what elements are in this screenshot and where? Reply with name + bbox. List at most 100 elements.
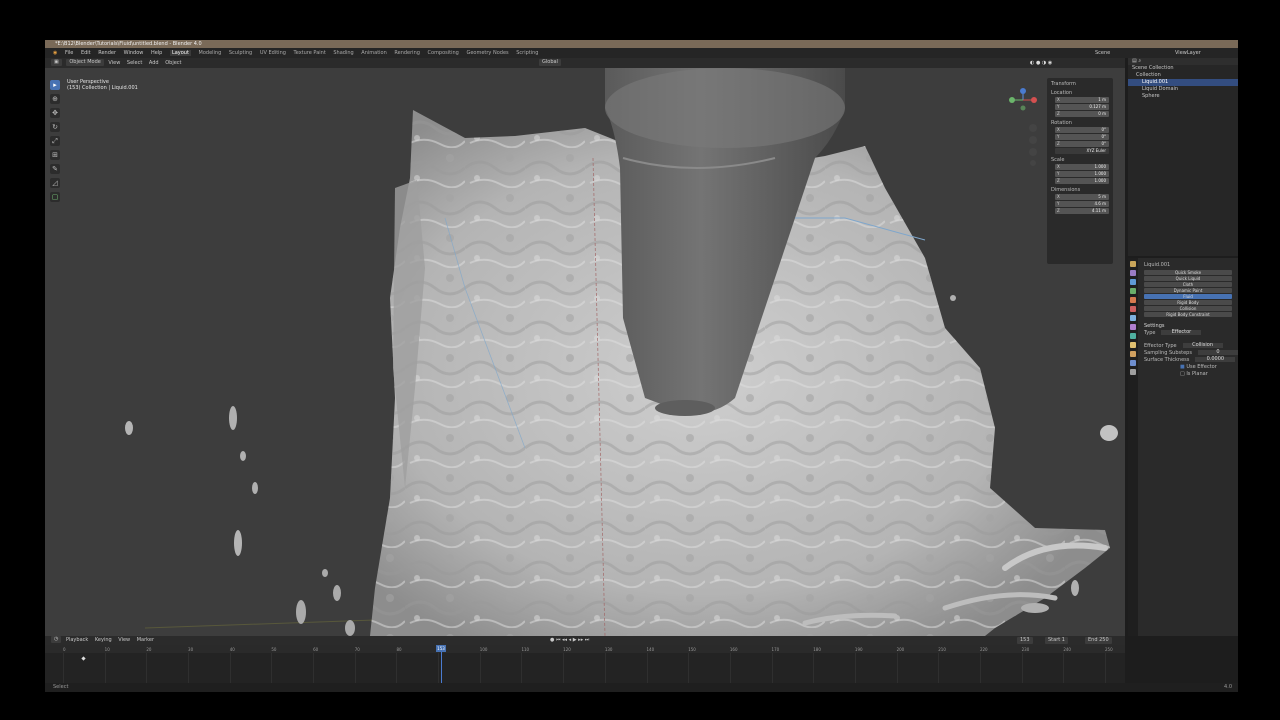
menu-view[interactable]: View — [108, 60, 120, 66]
properties-tab-0-icon[interactable] — [1130, 261, 1136, 267]
dimensions-z-field[interactable]: Z 4.11 m — [1055, 208, 1109, 214]
select-box-icon[interactable]: ▸ — [50, 80, 60, 90]
add-cube-icon[interactable]: ▢ — [50, 192, 60, 202]
surface-field[interactable]: 0.0000 — [1195, 357, 1236, 362]
location-y-field[interactable]: Y 0.127 m — [1055, 104, 1109, 110]
playhead-frame-label[interactable]: 153 — [436, 645, 446, 652]
dimensions-x-field[interactable]: X5 m — [1055, 194, 1109, 200]
type-select[interactable]: Effector — [1161, 330, 1202, 335]
properties-tab-4-icon[interactable] — [1130, 297, 1136, 303]
tab-scripting[interactable]: Scripting — [516, 50, 538, 56]
rotation-x-field[interactable]: X 0° — [1055, 127, 1109, 133]
properties-tab-2-icon[interactable] — [1130, 279, 1136, 285]
physics-rigid-body[interactable]: Rigid Body — [1144, 300, 1232, 305]
scene-selector[interactable]: Scene — [1095, 48, 1110, 58]
menu-object[interactable]: Object — [165, 60, 181, 66]
menu-help[interactable]: Help — [151, 50, 162, 56]
tab-uv-editing[interactable]: UV Editing — [260, 50, 286, 56]
rotation-z-field[interactable]: Z 0° — [1055, 141, 1109, 147]
properties-tab-5-icon[interactable] — [1130, 306, 1136, 312]
menu-marker[interactable]: Marker — [137, 637, 154, 643]
move-icon[interactable]: ✥ — [50, 108, 60, 118]
scale-y-field[interactable]: Y 1.000 — [1055, 171, 1109, 177]
use-effector-checkbox[interactable]: ■ Use Effector — [1128, 364, 1238, 371]
3d-viewport[interactable]: ▸ ⊕ ✥ ↻ ⤢ ⊞ ✎ ◿ ▢ User Perspective (153)… — [45, 68, 1125, 636]
playback-controls[interactable]: ● ⏮ ◂◂ ◂ ▶ ▸▸ ⏭ — [550, 636, 589, 645]
scale-z-field[interactable]: Z 1.000 — [1055, 178, 1109, 184]
transform-icon[interactable]: ⊞ — [50, 150, 60, 160]
physics-quick-liquid[interactable]: Quick Liquid — [1144, 276, 1232, 281]
outliner-item-scene-collection[interactable]: Scene Collection — [1128, 65, 1238, 72]
properties-tab-11-icon[interactable] — [1130, 360, 1136, 366]
physics-rigid-body-constraint[interactable]: Rigid Body Constraint — [1144, 312, 1232, 317]
outliner-header[interactable]: ▤ ⌕ — [1128, 58, 1238, 65]
timeline[interactable]: 0102030405060708090100110120130140150160… — [45, 645, 1125, 683]
cursor-icon[interactable]: ⊕ — [50, 94, 60, 104]
menu-file[interactable]: File — [65, 50, 73, 56]
tab-rendering[interactable]: Rendering — [394, 50, 420, 56]
properties-tab-6-icon[interactable] — [1130, 315, 1136, 321]
timeline-editor-type[interactable]: ◷ — [51, 636, 62, 643]
outliner-item-collection[interactable]: Collection — [1128, 72, 1238, 79]
blender-logo-icon[interactable]: ◉ — [53, 50, 57, 56]
rotate-icon[interactable]: ↻ — [50, 122, 60, 132]
tab-layout[interactable]: Layout — [169, 50, 191, 56]
keyframe-diamond[interactable] — [81, 656, 86, 661]
properties-tab-9-icon[interactable] — [1130, 342, 1136, 348]
menu-select[interactable]: Select — [127, 60, 142, 66]
outliner-item-liquid-domain[interactable]: Liquid Domain — [1128, 86, 1238, 93]
tab-sculpting[interactable]: Sculpting — [229, 50, 252, 56]
menu-edit[interactable]: Edit — [81, 50, 91, 56]
location-z-field[interactable]: Z0 m — [1055, 111, 1109, 117]
menu-view-timeline[interactable]: View — [118, 637, 130, 643]
measure-icon[interactable]: ◿ — [50, 178, 60, 188]
menu-keying[interactable]: Keying — [95, 637, 112, 643]
menu-render[interactable]: Render — [98, 50, 116, 56]
properties-tab-7-icon[interactable] — [1130, 324, 1136, 330]
outliner-item-liquid[interactable]: Liquid.001 — [1128, 79, 1238, 86]
physics-fluid[interactable]: Fluid — [1144, 294, 1232, 299]
dimensions-y-field[interactable]: Y 4.6 m — [1055, 201, 1109, 207]
location-x-field[interactable]: X1 m — [1055, 97, 1109, 103]
properties-tab-12-icon[interactable] — [1130, 369, 1136, 375]
navigation-gizmo[interactable] — [1003, 88, 1043, 166]
current-frame-field[interactable]: 153 — [1017, 637, 1033, 644]
physics-dynamic-paint[interactable]: Dynamic Paint — [1144, 288, 1232, 293]
physics-quick-smoke[interactable]: Quick Smoke — [1144, 270, 1232, 275]
physics-cloth[interactable]: Cloth — [1144, 282, 1232, 287]
mode-selector[interactable]: Object Mode — [66, 59, 104, 66]
tab-compositing[interactable]: Compositing — [428, 50, 459, 56]
scale-x-field[interactable]: X 1.000 — [1055, 164, 1109, 170]
rotation-y-field[interactable]: Y 0° — [1055, 134, 1109, 140]
shading-buttons[interactable]: ◐ ● ◑ ◉ — [1030, 58, 1052, 68]
properties-tab-3-icon[interactable] — [1130, 288, 1136, 294]
properties-tab-10-icon[interactable] — [1130, 351, 1136, 357]
view-layer-selector[interactable]: ViewLayer — [1175, 48, 1201, 58]
scale-icon[interactable]: ⤢ — [50, 136, 60, 146]
tab-shading[interactable]: Shading — [333, 50, 353, 56]
effector-type-label: Effector Type — [1144, 343, 1177, 349]
properties-tab-1-icon[interactable] — [1130, 270, 1136, 276]
tab-geometry-nodes[interactable]: Geometry Nodes — [466, 50, 508, 56]
tab-modeling[interactable]: Modeling — [199, 50, 222, 56]
is-planar-checkbox[interactable]: □ Is Planar — [1128, 371, 1238, 378]
physics-collision[interactable]: Collision — [1144, 306, 1232, 311]
end-frame-field[interactable]: End 250 — [1085, 637, 1112, 644]
substeps-field[interactable]: 0 — [1197, 350, 1238, 355]
frame-ruler[interactable]: 0102030405060708090100110120130140150160… — [45, 645, 1125, 653]
menu-window[interactable]: Window — [124, 50, 144, 56]
tab-texture-paint[interactable]: Texture Paint — [294, 50, 326, 56]
properties-tab-8-icon[interactable] — [1130, 333, 1136, 339]
rotation-mode-select[interactable]: XYZ Euler — [1055, 148, 1109, 154]
tab-animation[interactable]: Animation — [361, 50, 387, 56]
menu-add[interactable]: Add — [149, 60, 159, 66]
start-frame-field[interactable]: Start 1 — [1045, 637, 1068, 644]
use-effector-label: Use Effector — [1186, 364, 1217, 370]
orientation-selector[interactable]: Global — [539, 59, 561, 66]
annotate-icon[interactable]: ✎ — [50, 164, 60, 174]
object-name-field[interactable]: Liquid.001 — [1128, 262, 1238, 269]
menu-playback[interactable]: Playback — [66, 637, 88, 643]
editor-type-button[interactable]: ▣ — [51, 59, 62, 66]
effector-type-select[interactable]: Collision — [1182, 343, 1223, 348]
outliner-item-sphere[interactable]: Sphere — [1128, 93, 1238, 100]
